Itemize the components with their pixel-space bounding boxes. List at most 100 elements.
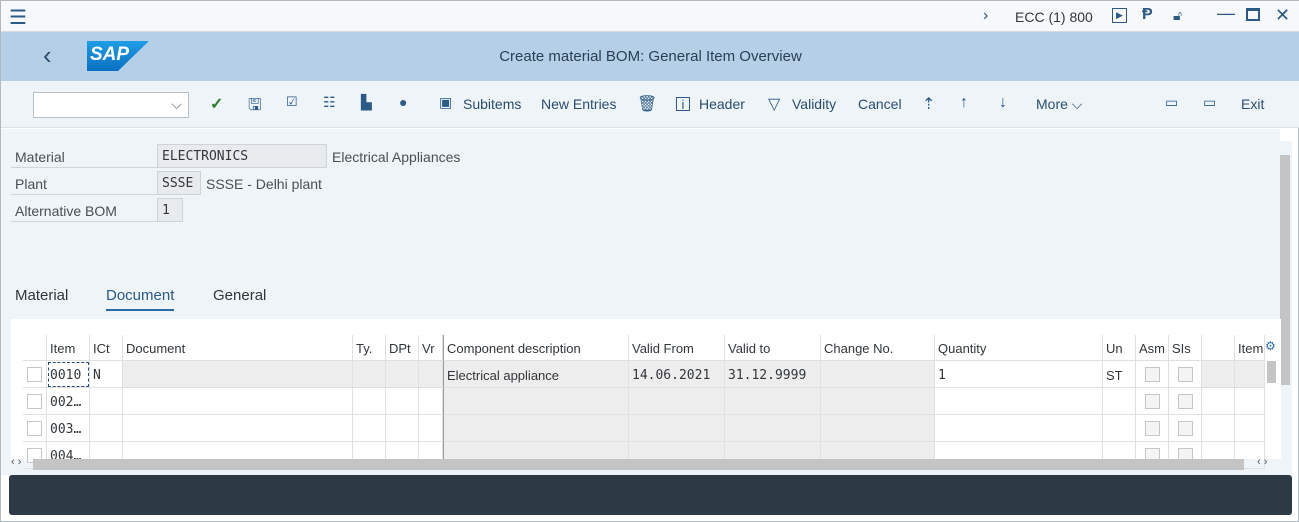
column-header-valid-to[interactable]: Valid to [725,335,821,361]
cell-item-category[interactable] [90,415,123,442]
table-vertical-scrollbar[interactable] [1266,361,1278,459]
cell-item-extra[interactable] [1235,415,1265,442]
cell-item[interactable]: 0010 [47,361,90,388]
cell-sub-items[interactable] [1169,388,1202,415]
previous-page-icon[interactable]: ↑ [960,94,968,112]
row-selector[interactable] [23,361,47,388]
cell-valid-to[interactable]: 31.12.9999 [725,361,821,388]
column-header-blank[interactable] [1202,335,1235,361]
column-header-valid-from[interactable]: Valid From [629,335,725,361]
cell-type[interactable] [353,388,386,415]
material-field[interactable]: ELECTRONICS [157,144,327,168]
column-header-change-number[interactable]: Change No. [821,335,935,361]
hat-icon[interactable]: ● [399,94,407,110]
column-header-quantity[interactable]: Quantity [935,335,1103,361]
cell-version[interactable] [419,388,443,415]
cell-document-part[interactable] [386,415,419,442]
cell-document[interactable] [123,361,353,388]
column-header-item-extra[interactable]: Item [1235,335,1265,361]
cell-sub-items[interactable] [1169,415,1202,442]
cell-document[interactable] [123,388,353,415]
list-icon[interactable]: ☷ [323,94,336,111]
assembly-checkbox[interactable] [1145,394,1160,409]
layout-icon[interactable]: Ᵽ [1142,6,1153,24]
cancel-button[interactable]: Cancel [858,96,902,112]
next-page-icon[interactable]: ↓ [999,94,1007,112]
cell-valid-to[interactable] [725,415,821,442]
cell-quantity[interactable] [935,415,1103,442]
cell-quantity[interactable]: 1 [935,361,1103,388]
cell-type[interactable] [353,415,386,442]
cell-valid-from[interactable] [629,388,725,415]
cell-document[interactable] [123,415,353,442]
scroll-left-right-icon[interactable]: ‹ › [11,456,21,468]
column-header-type[interactable]: Ty. [353,335,386,361]
cell-unit[interactable]: ST [1103,361,1136,388]
column-header-document[interactable]: Document [123,335,353,361]
cell-unit[interactable] [1103,415,1136,442]
scroll-thumb[interactable] [1267,361,1276,383]
column-header-version[interactable]: Vr [419,335,443,361]
tab-document[interactable]: Document [106,287,175,311]
cell-blank[interactable] [1202,361,1235,388]
row-checkbox[interactable] [27,421,42,436]
alternative-bom-field[interactable]: 1 [157,198,183,222]
sub-items-checkbox[interactable] [1178,421,1193,436]
cell-valid-from[interactable]: 14.06.2021 [629,361,725,388]
column-header-item-category[interactable]: ICt [90,335,123,361]
exit-button[interactable]: Exit [1241,96,1264,112]
cell-quantity[interactable] [935,388,1103,415]
cell-item-category[interactable] [90,388,123,415]
cell-item-category[interactable]: N [90,361,123,388]
cell-version[interactable] [419,361,443,388]
menu-icon[interactable]: ☰ [9,5,27,30]
column-header-component-description[interactable]: Component description [443,335,629,361]
hierarchy-icon[interactable]: ▙ [361,94,372,111]
play-icon[interactable]: ▶ [1112,8,1127,23]
filter-icon[interactable]: ▽ [768,94,780,114]
window-refresh-icon[interactable]: ▭ [1203,94,1216,111]
assembly-checkbox[interactable] [1145,421,1160,436]
column-header-document-part[interactable]: DPt [386,335,419,361]
vertical-scrollbar[interactable] [1280,141,1292,475]
info-icon[interactable]: i [676,97,690,111]
sub-items-checkbox[interactable] [1178,394,1193,409]
cell-valid-to[interactable] [725,388,821,415]
plant-field[interactable]: SSSE [157,171,201,195]
checklist-icon[interactable]: ☑ [286,94,298,110]
cell-item-extra[interactable] [1235,361,1265,388]
save-icon[interactable]: 🖫 [248,94,262,121]
cell-change-number[interactable] [821,361,935,388]
scroll-thumb[interactable] [1280,155,1290,385]
column-header-assembly[interactable]: Asm [1136,335,1169,361]
command-field[interactable]: ⌵ [33,92,189,118]
cell-change-number[interactable] [821,388,935,415]
cell-change-number[interactable] [821,415,935,442]
cell-sub-items[interactable] [1169,361,1202,388]
row-selector[interactable] [23,388,47,415]
cell-blank[interactable] [1202,415,1235,442]
subitems-button[interactable]: Subitems [463,96,521,112]
tab-material[interactable]: Material [15,287,68,304]
row-checkbox[interactable] [27,367,42,382]
row-selector[interactable] [23,415,47,442]
assembly-checkbox[interactable] [1145,367,1160,382]
column-header-item[interactable]: Item [47,335,90,361]
horizontal-scrollbar[interactable] [33,459,1244,470]
row-checkbox[interactable] [27,394,42,409]
header-button[interactable]: Header [699,96,745,112]
cell-blank[interactable] [1202,388,1235,415]
lock-icon[interactable]: 🔓︎ [1173,7,1182,24]
window-favorite-icon[interactable]: ▭ [1165,94,1178,111]
validity-button[interactable]: Validity [792,96,836,112]
cell-item[interactable]: 003… [47,415,90,442]
close-icon[interactable]: ✕ [1275,5,1290,26]
first-page-icon[interactable]: ⇡ [922,94,935,114]
cell-version[interactable] [419,415,443,442]
delete-icon[interactable]: 🗑︎ [637,94,657,114]
more-button[interactable]: More ⌵ [1036,96,1082,113]
cell-assembly[interactable] [1136,388,1169,415]
new-entries-button[interactable]: New Entries [541,96,616,112]
image-icon[interactable]: ▣ [439,94,452,111]
select-all-column[interactable] [23,335,47,361]
